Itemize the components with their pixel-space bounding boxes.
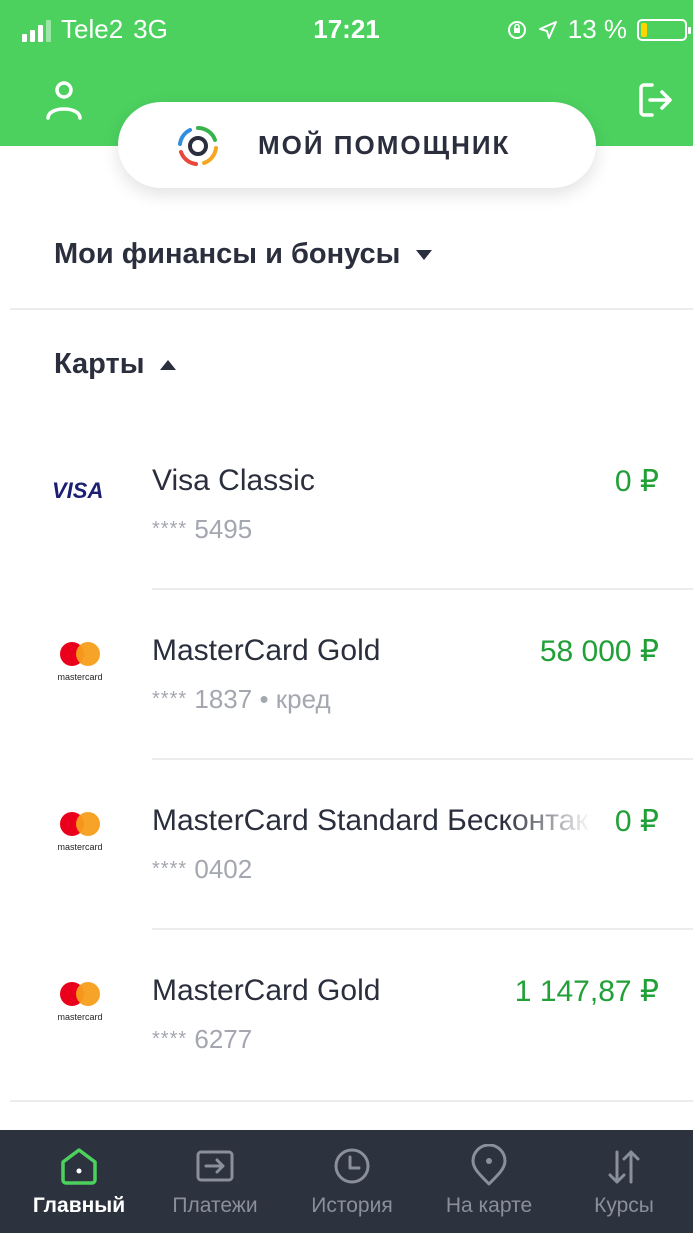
tab-label: Главный — [32, 1194, 126, 1217]
card-name: Visa Classic — [152, 464, 315, 497]
card-item[interactable]: mastercard MasterCard Gold 58 000 ₽ ****… — [0, 590, 693, 760]
orientation-lock-icon — [507, 20, 526, 39]
bottom-tab-bar: Главный Платежи История На карте Курсы — [0, 1130, 693, 1233]
card-balance: 0 ₽ — [614, 465, 659, 498]
card-item[interactable]: VISA Visa Classic 0 ₽ **** 5495 — [0, 420, 693, 590]
card-item[interactable]: mastercard MasterCard Gold 1 147,87 ₽ **… — [0, 930, 693, 1100]
status-bar: Tele2 3G 17:21 13 % — [0, 14, 693, 48]
home-icon — [61, 1148, 97, 1185]
exchange-arrows-icon — [608, 1150, 640, 1184]
card-number: **** 0402 — [152, 854, 253, 884]
tab-history[interactable]: История — [283, 1130, 421, 1233]
tab-label: Платежи — [172, 1194, 258, 1217]
tab-label: История — [311, 1194, 393, 1217]
svg-text:mastercard: mastercard — [57, 672, 102, 682]
finances-section-toggle[interactable]: Мои финансы и бонусы — [54, 238, 433, 271]
tab-home[interactable]: Главный — [10, 1130, 148, 1233]
location-arrow-icon — [538, 20, 557, 39]
card-name: MasterCard Standard Бесконтактная — [152, 804, 592, 837]
cards-title: Карты — [54, 348, 145, 380]
tab-payments[interactable]: Платежи — [146, 1130, 284, 1233]
svg-text:mastercard: mastercard — [57, 842, 102, 852]
user-icon[interactable] — [42, 78, 86, 122]
card-number: **** 6277 — [152, 1024, 253, 1054]
section-divider — [10, 1100, 693, 1102]
card-item[interactable]: mastercard MasterCard Standard Бесконтак… — [0, 760, 693, 930]
card-number: **** 1837 • кред — [152, 684, 331, 714]
payments-icon — [196, 1150, 234, 1182]
tab-map[interactable]: На карте — [420, 1130, 558, 1233]
assistant-logo-icon — [178, 125, 218, 166]
credit-tag: кред — [275, 684, 331, 714]
card-balance: 58 000 ₽ — [539, 635, 659, 668]
finances-title: Мои финансы и бонусы — [54, 238, 401, 270]
cards-section-toggle[interactable]: Карты — [54, 348, 177, 381]
logout-icon[interactable] — [636, 80, 676, 120]
card-number: **** 5495 — [152, 514, 253, 544]
assistant-label: МОЙ ПОМОЩНИК — [258, 130, 511, 160]
card-balance: 1 147,87 ₽ — [514, 975, 659, 1008]
section-divider — [10, 308, 693, 310]
svg-text:VISA: VISA — [52, 478, 103, 503]
battery-percent: 13 % — [567, 14, 627, 44]
tab-label: Курсы — [594, 1194, 654, 1217]
mastercard-logo-icon: mastercard — [52, 640, 108, 682]
tab-label: На карте — [445, 1194, 533, 1217]
mastercard-logo-icon: mastercard — [52, 810, 108, 852]
visa-logo-icon: VISA — [52, 470, 108, 510]
caret-down-icon — [416, 249, 433, 260]
map-pin-icon — [471, 1144, 507, 1186]
tab-rates[interactable]: Курсы — [555, 1130, 693, 1233]
card-name: MasterCard Gold — [152, 634, 381, 667]
mastercard-logo-icon: mastercard — [52, 980, 108, 1022]
caret-up-icon — [160, 359, 177, 370]
card-balance: 0 ₽ — [614, 805, 659, 838]
assistant-button[interactable]: МОЙ ПОМОЩНИК — [118, 102, 596, 188]
battery-icon — [637, 18, 691, 41]
svg-text:mastercard: mastercard — [57, 1012, 102, 1022]
clock-icon — [334, 1148, 370, 1184]
